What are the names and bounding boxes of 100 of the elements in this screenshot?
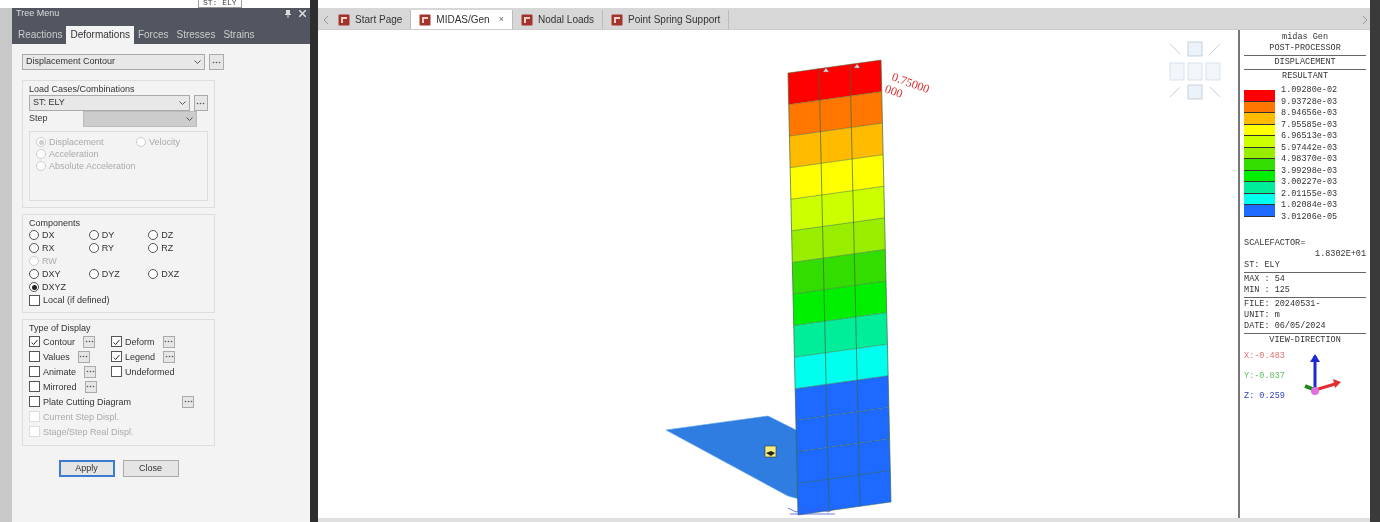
legend-value: 5.97442e-03	[1281, 142, 1338, 154]
group-label: Type of Display	[29, 322, 92, 334]
checkbox[interactable]	[29, 396, 40, 407]
legend-text: MIN : 125	[1244, 285, 1291, 296]
support-drawing	[787, 507, 837, 515]
radio-button[interactable]	[88, 230, 99, 240]
node-marker-icon	[764, 445, 777, 458]
ellipsis-icon	[164, 355, 174, 358]
radio-label: DXZ	[161, 268, 180, 280]
panel-tab[interactable]: Deformations	[66, 26, 134, 44]
radio-button[interactable]	[148, 269, 159, 279]
legend-value: 1.09280e-02	[1281, 85, 1338, 96]
radio-label: Acceleration	[49, 148, 99, 160]
panel-tab[interactable]: Forces	[133, 26, 173, 44]
ellipsis-icon	[86, 385, 95, 388]
checkbox[interactable]	[29, 294, 40, 306]
radio-label: Velocity	[149, 136, 181, 148]
radio-button[interactable]	[29, 269, 39, 279]
panel-title: Tree Menu	[16, 7, 60, 21]
panel-tab[interactable]: Stresses	[172, 26, 220, 44]
checkbox-label: Local (if defined)	[43, 294, 110, 306]
radio-button[interactable]	[29, 243, 39, 253]
checkbox-label: Plate Cutting Diagram	[43, 395, 132, 408]
legend-value: 6.96513e-03	[1281, 131, 1338, 142]
splitter-bar[interactable]	[310, 0, 319, 522]
result-type-dropdown[interactable]: Displacement Contour	[22, 54, 205, 70]
document-tab[interactable]: MIDAS/Gen ×	[411, 10, 513, 29]
legend-text: RESULTANT	[1281, 71, 1329, 82]
tab-close-icon[interactable]: ×	[498, 12, 504, 27]
checkbox-label: Deform	[125, 335, 155, 348]
checkbox-label: Animate	[43, 365, 77, 378]
apply-button[interactable]: Apply	[58, 460, 115, 477]
checkbox-label: Contour	[43, 335, 76, 348]
radio-label: Absolute Acceleration	[49, 160, 136, 172]
ellipsis-icon	[79, 355, 89, 358]
legend-text: DATE: 06/05/2024	[1244, 321, 1327, 332]
radio-label: RW	[42, 255, 57, 267]
close-icon[interactable]	[299, 10, 307, 17]
checkbox-label: Current Step Displ.	[43, 410, 120, 423]
radio-button[interactable]	[88, 243, 99, 253]
ellipsis-icon	[85, 370, 95, 373]
panel-tab[interactable]: Strains	[219, 26, 259, 44]
checkbox[interactable]	[111, 336, 122, 347]
ellipsis-icon	[183, 400, 193, 403]
checkbox-label: Legend	[125, 350, 156, 363]
legend-value: 1.02084e-03	[1281, 200, 1338, 211]
ellipsis-icon	[84, 340, 94, 343]
checkbox-label: Mirrored	[43, 380, 77, 393]
radio-button[interactable]	[148, 243, 159, 253]
legend-text: ST: ELY	[1244, 260, 1281, 271]
radio-button[interactable]	[88, 269, 99, 279]
step-label: Step	[29, 112, 49, 126]
app-icon	[520, 13, 533, 26]
checkbox[interactable]	[29, 366, 40, 377]
legend-value: 2.01155e-03	[1281, 188, 1338, 200]
checkbox[interactable]	[29, 351, 40, 362]
legend-value: 3.00227e-03	[1281, 177, 1338, 188]
load-case-dropdown[interactable]: ST: ELY	[29, 95, 190, 111]
group-label: Load Cases/Combinations	[29, 83, 136, 95]
legend-value: 7.95585e-03	[1281, 119, 1338, 131]
app-icon	[611, 13, 624, 26]
panel-tab[interactable]: Reactions	[14, 26, 67, 44]
legend-text: midas Gen	[1281, 32, 1329, 43]
legend-value: 8.94656e-03	[1281, 108, 1338, 119]
legend-text: FILE: 20240531-	[1244, 299, 1322, 310]
radio-label: DY	[101, 229, 115, 241]
legend-text: VIEW-DIRECTION	[1268, 335, 1342, 346]
pin-icon[interactable]	[285, 10, 292, 18]
radio-label: DXY	[42, 268, 61, 280]
checkbox-label: Undeformed	[125, 365, 175, 378]
view-direction-value: X:-0.483	[1244, 350, 1285, 363]
checkbox[interactable]	[111, 351, 122, 362]
dropdown-caret-icon	[178, 100, 186, 106]
radio-label: RY	[101, 242, 114, 254]
view-direction-value: Z: 0.259	[1244, 390, 1285, 403]
radio-label: DZ	[161, 229, 174, 241]
checkbox[interactable]	[111, 366, 122, 377]
radio-label: Displacement	[49, 136, 104, 148]
radio-button[interactable]	[29, 230, 39, 240]
radio-label: DX	[42, 229, 55, 241]
legend-text: MAX : 54	[1244, 274, 1286, 285]
legend-value: 4.98370e-03	[1281, 154, 1338, 165]
radio-label: RX	[42, 242, 55, 254]
dropdown-caret-icon	[186, 116, 193, 122]
legend-value: 3.99298e-03	[1281, 165, 1338, 177]
legend-value: 3.01206e-05	[1281, 211, 1338, 223]
radio-button[interactable]	[148, 230, 159, 240]
ellipsis-icon	[196, 101, 206, 105]
ellipsis-icon	[164, 340, 173, 343]
app-icon	[338, 13, 351, 26]
checkbox[interactable]	[29, 336, 40, 347]
close-button[interactable]: Close	[122, 460, 179, 477]
checkbox[interactable]	[29, 381, 40, 392]
checkbox-label: Values	[43, 350, 70, 363]
legend-text: UNIT: m	[1244, 310, 1281, 321]
group-label: Components	[29, 217, 82, 229]
radio-label: DYZ	[101, 268, 120, 280]
legend-text: SCALEFACTOR=	[1244, 238, 1307, 249]
radio-button[interactable]	[29, 282, 39, 292]
radio-label: RZ	[161, 242, 174, 254]
